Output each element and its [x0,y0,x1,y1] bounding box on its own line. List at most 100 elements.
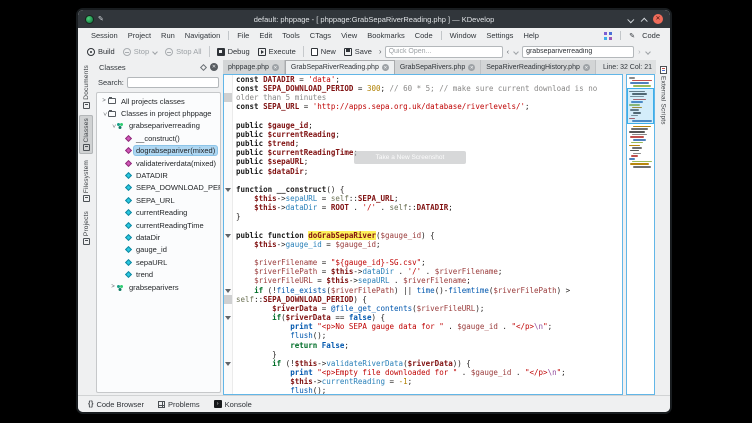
fold-arrow-icon[interactable] [225,234,231,238]
code-line[interactable]: public $trend; [224,139,622,148]
minimap-viewport[interactable] [627,88,654,124]
stop-button[interactable]: Stop [119,46,161,57]
code-line[interactable]: $this->currentReading = -1; [224,377,622,386]
code-line[interactable] [224,249,622,258]
tree-item-grabseparivers[interactable]: >grabseparivers [97,281,220,293]
code-line[interactable]: function __construct() { [224,185,622,194]
code-line[interactable]: if (!$this->validateRiverData($riverData… [224,359,622,368]
tree-item-all-projects-classes[interactable]: >All projects classes [97,95,220,107]
editor-tab-grabsepariverreading-php[interactable]: GrabSepaRiverReading.php✕ [285,60,395,74]
code-line[interactable]: print "<p>Empty file downloaded for " . … [224,368,622,377]
new-button[interactable]: New [307,46,340,57]
expander-expanded-icon[interactable]: > [101,110,107,118]
menu-item-bookmarks[interactable]: Bookmarks [362,31,410,40]
menu-item-window[interactable]: Window [445,31,482,40]
code-line[interactable]: const SEPA_URL = 'http://apps.sepa.org.u… [224,102,622,111]
fold-arrow-icon[interactable] [225,316,231,320]
code-line[interactable]: $this->dataDir = ROOT . '/' . self::DATA… [224,203,622,212]
problems-button[interactable]: Problems [158,400,200,409]
code-area-button[interactable]: Code [640,31,662,40]
menu-item-session[interactable]: Session [86,31,123,40]
code-line[interactable]: const SEPA_DOWNLOAD_PERIOD = 300; // 60 … [224,84,622,93]
menu-item-view[interactable]: View [336,31,362,40]
tree-item-trend[interactable]: trend [97,268,220,280]
stop-all-button[interactable]: Stop All [161,46,205,57]
dock-tab-projects[interactable]: Projects [79,208,93,248]
chevron-down-icon[interactable] [513,49,519,55]
menu-item-code[interactable]: Code [410,31,438,40]
code-line[interactable]: } [224,212,622,221]
code-line[interactable] [224,112,622,121]
dock-tab-documents[interactable]: Documents [79,62,93,112]
save-button[interactable]: Save [340,46,376,57]
tree-item-grabsepariverreading[interactable]: >grabsepariverreading [97,120,220,132]
code-browser-button[interactable]: {}Code Browser [88,400,144,409]
tree-item-currentreadingtime[interactable]: currentReadingTime [97,219,220,231]
menu-item-file[interactable]: File [232,31,254,40]
tree-item-dograbsepariver-mixed[interactable]: dograbsepariver(mixed) [97,145,220,157]
code-line[interactable] [224,176,622,185]
dock-tab-external-scripts[interactable]: External Scripts [656,64,670,127]
tree-item-construct[interactable]: __construct() [97,132,220,144]
code-line[interactable]: } [224,350,622,359]
tree-item-classes-in-project-phppage[interactable]: >Classes in project phppage [97,107,220,119]
code-line[interactable]: flush(); [224,386,622,395]
code-line[interactable]: older than 5 minutes [224,93,622,102]
close-tab-icon[interactable]: ✕ [583,64,590,71]
menu-item-navigation[interactable]: Navigation [180,31,225,40]
minimap-scrollbar[interactable] [626,74,655,395]
menu-item-edit[interactable]: Edit [254,31,277,40]
tree-item-sepa-download-period[interactable]: SEPA_DOWNLOAD_PERIOD [97,182,220,194]
close-button[interactable]: ✕ [653,14,663,24]
code-line[interactable]: public function doGrabSepaRiver($gauge_i… [224,231,622,240]
code-line[interactable]: $riverData = @file_get_contents($riverFi… [224,304,622,313]
history-back-button[interactable]: ‹ [507,47,510,56]
fold-arrow-icon[interactable] [225,289,231,293]
menu-item-ctags[interactable]: CTags [305,31,336,40]
code-line[interactable]: $riverFilename = "${gauge_id}-SG.csv"; [224,258,622,267]
code-line[interactable]: flush(); [224,331,622,340]
close-panel-button[interactable]: ✕ [210,63,218,71]
tree-item-currentreading[interactable]: currentReading [97,207,220,219]
menu-item-help[interactable]: Help [518,31,543,40]
code-line[interactable]: if (!file_exists($riverFilePath) || time… [224,286,622,295]
close-tab-icon[interactable]: ✕ [272,64,279,71]
code-editor[interactable]: const DATADIR = 'data';const SEPA_DOWNLO… [223,74,623,395]
editor-tab-phppage-php[interactable]: phppage.php✕ [223,60,285,74]
code-line[interactable]: print "<p>No SEPA gauge data for " . $ga… [224,322,622,331]
tree-item-gauge-id[interactable]: gauge_id [97,244,220,256]
fold-arrow-icon[interactable] [225,362,231,366]
code-line[interactable]: self::SEPA_DOWNLOAD_PERIOD) { [224,295,622,304]
fold-arrow-icon[interactable] [225,188,231,192]
menu-item-tools[interactable]: Tools [277,31,305,40]
editor-search-input[interactable] [522,46,634,58]
minimize-button[interactable] [629,10,634,28]
code-line[interactable]: $this->gauge_id = $gauge_id; [224,240,622,249]
code-line[interactable]: $riverFilePath = $this->dataDir . '/' . … [224,267,622,276]
menu-item-project[interactable]: Project [123,31,156,40]
classes-search-input[interactable] [127,77,219,88]
toolbar-overflow-button[interactable]: › [376,47,385,56]
execute-button[interactable]: Execute [254,46,300,57]
chevron-down-icon[interactable] [645,49,651,55]
search-next-button[interactable]: › [638,47,641,56]
expander-expanded-icon[interactable]: > [110,122,116,130]
tree-item-sepa-url[interactable]: SEPA_URL [97,194,220,206]
maximize-button[interactable] [641,10,646,28]
code-line[interactable]: public $gauge_id; [224,121,622,130]
code-line[interactable] [224,222,622,231]
quick-open-input[interactable] [385,46,503,58]
code-line[interactable]: public $currentReading; [224,130,622,139]
code-line[interactable]: const DATADIR = 'data'; [224,75,622,84]
dock-tab-classes[interactable]: Classes [79,115,93,155]
tree-item-datadir[interactable]: DATADIR [97,169,220,181]
dock-tab-filesystem[interactable]: Filesystem [79,157,93,205]
titlebar[interactable]: ✎ default: phppage - [ phppage:GrabSepaR… [78,10,670,28]
close-tab-icon[interactable]: ✕ [468,64,475,71]
float-panel-icon[interactable] [200,63,207,70]
menu-item-settings[interactable]: Settings [481,31,518,40]
code-line[interactable]: $riverFileURL = $this->sepaURL . $riverF… [224,276,622,285]
tree-item-datadir[interactable]: dataDir [97,231,220,243]
expander-collapsed-icon[interactable]: > [100,98,108,104]
close-tab-icon[interactable]: ✕ [382,64,389,71]
